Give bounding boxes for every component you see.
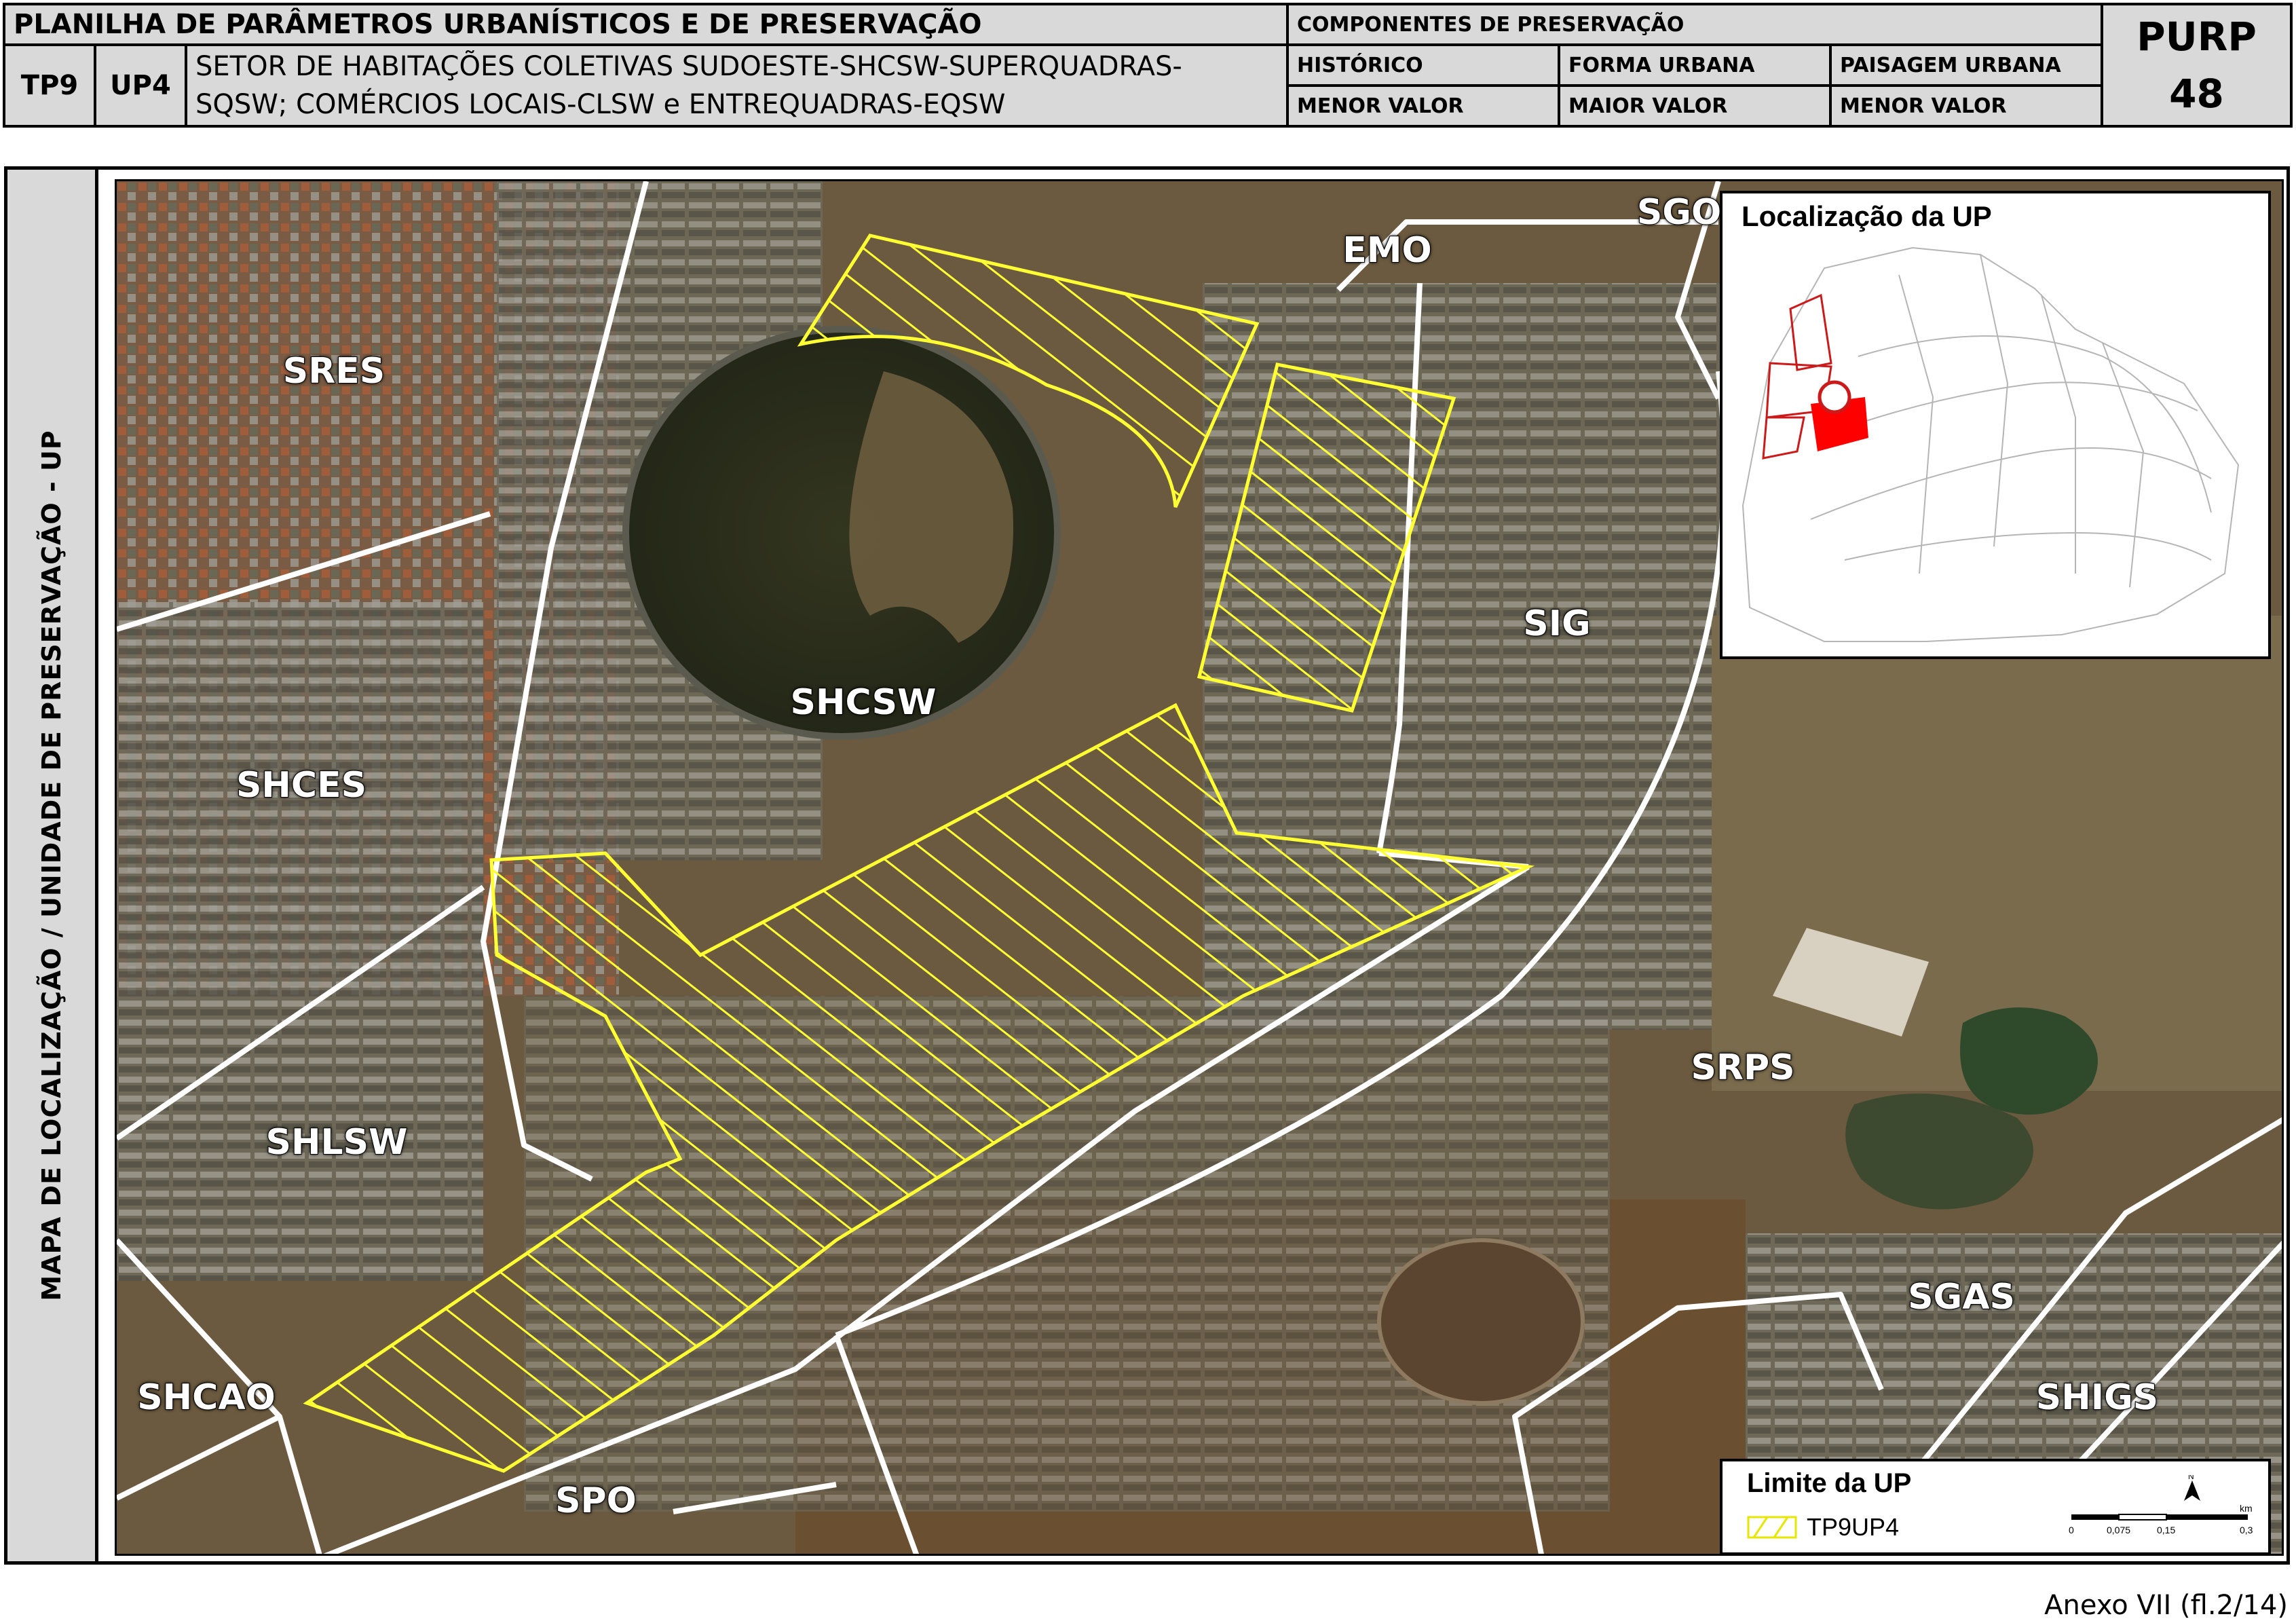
tp-code: TP9 <box>3 43 96 128</box>
legend-item-label: TP9UP4 <box>1807 1513 1900 1541</box>
sector-label-srps: SRPS <box>1690 1047 1795 1089</box>
purp-label: PURP <box>2137 14 2257 60</box>
scale-tick-3: 0,3 <box>2240 1525 2253 1535</box>
scale-bar: N 0 0,075 0,15 0,3 km <box>2069 1475 2253 1535</box>
map-frame: MAPA DE LOCALIZAÇÃO / UNIDADE DE PRESERV… <box>4 166 2290 1565</box>
map-legend: Limite da UP TP9UP4 N 0 0,075 0,15 0,3 k… <box>1720 1459 2271 1554</box>
scale-tick-1: 0,075 <box>2107 1525 2130 1535</box>
sector-description: SETOR DE HABITAÇÕES COLETIVAS SUDOESTE-S… <box>185 43 1289 128</box>
value-historico: MENOR VALOR <box>1286 84 1560 128</box>
sector-line-2: SQSW; COMÉRCIOS LOCAIS-CLSW e ENTREQUADR… <box>195 89 1006 120</box>
header-table: PLANILHA DE PARÂMETROS URBANÍSTICOS E DE… <box>3 3 2293 128</box>
sector-label-sres: SRES <box>282 350 385 392</box>
up-code: UP4 <box>94 43 187 128</box>
sector-label-shcao: SHCAO <box>136 1377 276 1419</box>
side-label-text: MAPA DE LOCALIZAÇÃO / UNIDADE DE PRESERV… <box>36 430 67 1301</box>
north-arrow-icon <box>2184 1480 2200 1501</box>
sector-label-sgas: SGAS <box>1907 1276 2016 1318</box>
sector-label-spo: SPO <box>554 1480 637 1522</box>
sector-label-shigs: SHIGS <box>2035 1377 2159 1419</box>
sector-label-shlsw: SHLSW <box>265 1121 409 1163</box>
inset-outline <box>1742 246 2240 642</box>
sector-line-1: SETOR DE HABITAÇÕES COLETIVAS SUDOESTE-S… <box>195 51 1182 82</box>
aerial-map: SRES SHCES SHLSW SHCAO SHCSW SPO EMO SGO… <box>115 179 2284 1556</box>
components-title: COMPONENTES DE PRESERVAÇÃO <box>1285 3 2104 46</box>
north-label: N <box>2188 1475 2194 1481</box>
sector-label-sig: SIG <box>1522 603 1591 645</box>
component-paisagem-urbana: PAISAGEM URBANA <box>1828 43 2104 87</box>
sector-label-shces: SHCES <box>236 764 367 806</box>
scale-tick-0: 0 <box>2069 1525 2074 1535</box>
component-historico: HISTÓRICO <box>1286 43 1560 87</box>
inset-location-map: Localização da UP <box>1720 191 2271 659</box>
purp-number: 48 <box>2169 71 2224 117</box>
sector-label-shcsw: SHCSW <box>790 682 937 724</box>
sheet-title: PLANILHA DE PARÂMETROS URBANÍSTICOS E DE… <box>3 3 1289 46</box>
scale-tick-2: 0,15 <box>2157 1525 2175 1535</box>
scale-unit: km <box>2240 1503 2253 1514</box>
component-forma-urbana: FORMA URBANA <box>1558 43 1832 87</box>
sector-label-emo: EMO <box>1342 229 1432 272</box>
footer-annex: Anexo VII (fl.2/14) <box>2044 1590 2288 1621</box>
legend-title: Limite da UP <box>1747 1468 1912 1498</box>
sector-label-sgo: SGO <box>1636 191 1722 234</box>
value-paisagem-urbana: MENOR VALOR <box>1828 84 2104 128</box>
purp-cell: PURP 48 <box>2101 3 2293 128</box>
legend-hatch-swatch <box>1747 1516 1797 1539</box>
value-forma-urbana: MAIOR VALOR <box>1558 84 1832 128</box>
side-label: MAPA DE LOCALIZAÇÃO / UNIDADE DE PRESERV… <box>7 170 98 1561</box>
